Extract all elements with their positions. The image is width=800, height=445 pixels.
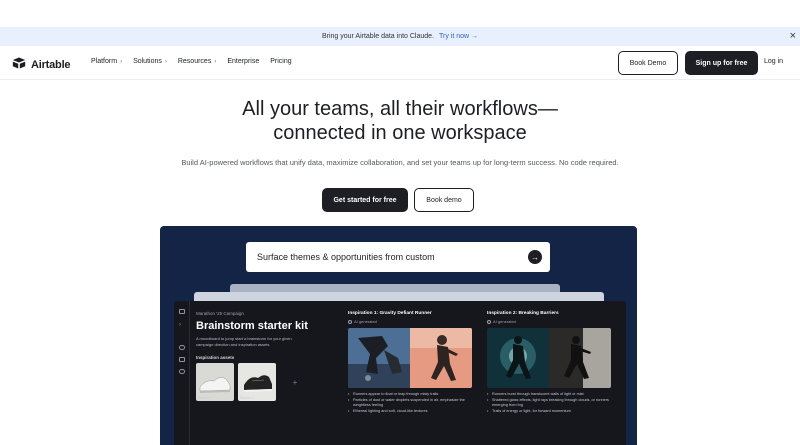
app-preview: › Marathon '25 Campaign Brainstorm start… — [174, 301, 626, 445]
announcement-text: Bring your Airtable data into Claude. — [321, 33, 435, 40]
app-sidebar-rail: › — [174, 301, 190, 445]
folder-icon — [179, 357, 185, 362]
asset-caption: Source 2 — [240, 396, 255, 400]
kit-title: Brainstorm starter kit — [196, 320, 308, 332]
ai-generated-badge: AI generated — [487, 319, 615, 324]
chevron-right-icon: › — [164, 58, 167, 65]
airtable-logo-icon — [12, 56, 26, 74]
nav-item-resources[interactable]: Resources › — [178, 58, 216, 65]
chevron-right-icon: › — [179, 322, 181, 328]
kit-description: A moodboard to jump start a brainstorm f… — [196, 336, 292, 347]
add-asset-button[interactable]: + — [280, 363, 310, 401]
search-icon — [179, 345, 185, 350]
inspiration-card-1: Inspiration 1: Gravity Defiant Runner AI… — [348, 311, 476, 414]
ai-badge-label: AI generated — [354, 319, 377, 324]
inspiration-bullets: Runners appear to float or leap through … — [348, 392, 476, 414]
list-item: Shattered glass effects, light rays brea… — [487, 398, 615, 409]
asset-thumbnail[interactable]: Source 2 — [238, 363, 276, 401]
top-nav: Airtable Platform › Solutions › Resource… — [0, 46, 800, 80]
get-started-button[interactable]: Get started for free — [322, 188, 408, 212]
nav-item-enterprise[interactable]: Enterprise — [227, 58, 259, 65]
arrow-right-icon[interactable]: → — [528, 250, 542, 264]
ai-icon — [487, 319, 491, 324]
runner-feet-image — [348, 328, 410, 388]
chevron-right-icon: › — [214, 58, 217, 65]
runner-burst-image — [487, 328, 549, 388]
chevron-right-icon: › — [120, 58, 123, 65]
hero-title-line-2: connected in one workspace — [273, 122, 527, 144]
grid-icon — [179, 309, 185, 314]
inspiration-card-2: Inspiration 2: Breaking Barriers AI gene… — [487, 311, 615, 414]
inspiration-title: Inspiration 2: Breaking Barriers — [487, 311, 559, 316]
inspiration-image — [487, 328, 611, 388]
ai-generated-badge: AI generated — [348, 319, 476, 324]
signup-button[interactable]: Sign up for free — [685, 51, 758, 75]
book-demo-button[interactable]: Book Demo — [618, 51, 678, 75]
asset-caption: Source 1 — [198, 396, 213, 400]
runner-light-image — [549, 328, 611, 388]
hero-title: All your teams, all their workflows— con… — [0, 97, 800, 145]
ai-icon — [348, 319, 352, 324]
inspiration-image — [348, 328, 472, 388]
asset-thumbnail[interactable]: Source 1 — [196, 363, 234, 401]
runner-woman-image — [410, 328, 472, 388]
hero-title-line-1: All your teams, all their workflows— — [242, 98, 558, 120]
nav-item-label: Platform — [91, 58, 118, 65]
logo-text: Airtable — [31, 59, 71, 71]
ai-badge-label: AI generated — [493, 319, 516, 324]
book-demo-hero-button[interactable]: Book demo — [414, 188, 474, 212]
inspiration-title: Inspiration 1: Gravity Defiant Runner — [348, 311, 432, 316]
list-item: Particles of dust or water droplets susp… — [348, 398, 476, 409]
nav-links: Platform › Solutions › Resources › Enter… — [91, 58, 303, 65]
announcement-bar: Bring your Airtable data into Claude. Tr… — [0, 27, 800, 46]
kit-eyebrow: Marathon '25 Campaign — [196, 311, 244, 316]
nav-item-pricing[interactable]: Pricing — [270, 58, 291, 65]
list-item: Trails of energy or light, for forward m… — [487, 409, 615, 415]
nav-item-label: Solutions — [133, 58, 162, 65]
nav-item-label: Resources — [177, 58, 212, 65]
prompt-input[interactable]: Surface themes & opportunities from cust… — [246, 242, 550, 272]
nav-item-platform[interactable]: Platform › — [91, 58, 122, 65]
product-showcase: Surface themes & opportunities from cust… — [160, 226, 637, 445]
announcement-cta-link[interactable]: Try it now → — [439, 33, 478, 40]
logo[interactable]: Airtable — [12, 56, 71, 74]
login-link[interactable]: Log in — [764, 58, 783, 65]
user-icon — [179, 369, 185, 374]
starter-kit-panel: Marathon '25 Campaign Brainstorm starter… — [196, 311, 346, 401]
assets-label: Inspiration assets — [196, 355, 235, 360]
list-item: Ethereal lighting and soft, cloud-like t… — [348, 409, 476, 415]
asset-row: Source 1 Source 2 + — [196, 363, 346, 401]
nav-item-solutions[interactable]: Solutions › — [133, 58, 167, 65]
close-icon[interactable]: × — [790, 30, 796, 42]
inspiration-bullets: Runners burst through translucent walls … — [487, 392, 615, 414]
prompt-text: Surface themes & opportunities from cust… — [257, 252, 435, 262]
nav-item-label: Pricing — [270, 58, 292, 65]
hero-subtitle: Build AI-powered workflows that unify da… — [181, 158, 619, 167]
nav-item-label: Enterprise — [227, 58, 260, 65]
